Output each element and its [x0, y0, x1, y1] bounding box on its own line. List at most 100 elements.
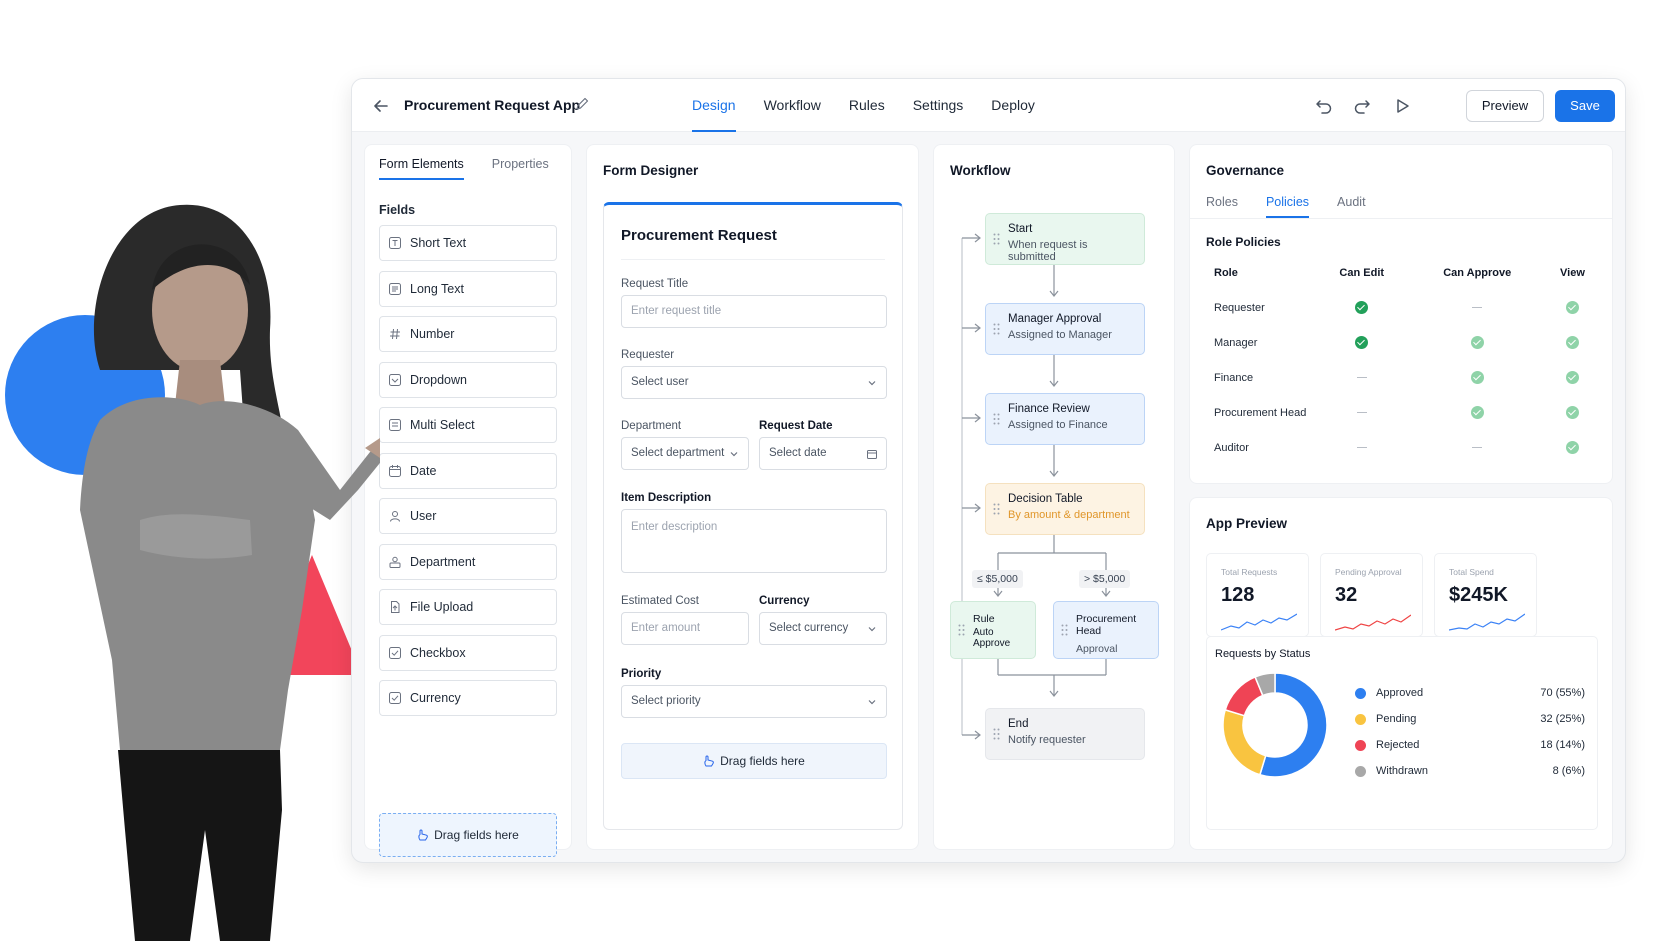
form-title: Procurement Request — [621, 227, 777, 244]
form-designer-panel: Form Designer Procurement Request Reques… — [586, 144, 919, 850]
node-title: Decision Table — [1008, 493, 1083, 505]
stat-value: 128 — [1221, 584, 1255, 606]
role-name: Procurement Head — [1214, 406, 1307, 419]
field-dropdown[interactable]: Dropdown — [379, 361, 557, 398]
permission-approve[interactable] — [1407, 395, 1547, 430]
column-header: Can Approve — [1443, 266, 1512, 279]
workflow-node-manager-approval[interactable]: Manager Approval Assigned to Manager — [985, 303, 1145, 355]
workflow-node-finance-review[interactable]: Finance Review Assigned to Finance — [985, 393, 1145, 445]
permission-view[interactable] — [1547, 325, 1598, 360]
tab-settings[interactable]: Settings — [913, 79, 964, 132]
field-file-upload[interactable]: File Upload — [379, 589, 557, 625]
redo-icon[interactable] — [1352, 96, 1372, 116]
drag-handle-icon — [993, 413, 1000, 425]
field-user[interactable]: User — [379, 498, 557, 534]
drag-handle-icon — [993, 728, 1000, 740]
requester-value: Select user — [631, 376, 689, 388]
permission-approve[interactable] — [1407, 290, 1547, 325]
permission-edit[interactable] — [1316, 290, 1407, 325]
field-multi-select[interactable]: Multi Select — [379, 407, 557, 443]
priority-select[interactable]: Select priority — [621, 685, 887, 718]
calendar-icon — [867, 450, 877, 459]
elements-drop-zone[interactable]: Drag fields here — [379, 813, 557, 857]
request-title-input[interactable]: Enter request title — [621, 295, 887, 328]
request-date-picker[interactable]: Select date — [759, 437, 887, 470]
department-label: Department — [621, 420, 682, 432]
priority-label: Priority — [621, 668, 662, 680]
drop-zone-label: Drag fields here — [434, 828, 519, 842]
tab-policies[interactable]: Policies — [1265, 195, 1310, 218]
tab-properties[interactable]: Properties — [492, 157, 549, 180]
tab-rules[interactable]: Rules — [849, 79, 885, 132]
stat-label: Total Requests — [1221, 567, 1278, 577]
calendar-icon — [389, 464, 401, 477]
panel-title: Governance — [1206, 163, 1285, 178]
back-arrow-icon[interactable] — [370, 95, 392, 117]
permission-approve[interactable] — [1407, 360, 1547, 395]
tab-audit[interactable]: Audit — [1337, 195, 1366, 218]
drag-handle-icon — [1061, 624, 1068, 636]
check-icon — [1470, 406, 1484, 419]
save-button[interactable]: Save — [1555, 90, 1615, 122]
permission-approve[interactable] — [1407, 430, 1547, 465]
department-select[interactable]: Select department — [621, 437, 749, 470]
table-row: Procurement Head — [1206, 395, 1598, 430]
request-title-placeholder: Enter request title — [631, 305, 722, 317]
multi-select-icon — [389, 419, 401, 431]
permission-view[interactable] — [1547, 430, 1598, 465]
tab-workflow[interactable]: Workflow — [764, 79, 821, 132]
tab-deploy[interactable]: Deploy — [991, 79, 1035, 132]
tab-form-elements[interactable]: Form Elements — [379, 157, 464, 180]
tab-design[interactable]: Design — [692, 79, 736, 132]
field-label: Number — [410, 327, 455, 341]
column-header: View — [1560, 266, 1585, 279]
field-department[interactable]: Department — [379, 543, 557, 580]
play-icon[interactable] — [1392, 96, 1412, 116]
permission-approve[interactable] — [1407, 325, 1547, 360]
workflow-node-procurement-head[interactable]: Procurement Head Approval — [1053, 601, 1159, 659]
pencil-icon[interactable] — [574, 96, 590, 112]
request-title-label: Request Title — [621, 278, 689, 290]
permission-edit[interactable] — [1316, 430, 1407, 465]
elements-tabs: Form Elements Properties — [379, 157, 549, 180]
form-drop-zone[interactable]: Drag fields here — [621, 743, 887, 779]
undo-icon[interactable] — [1314, 96, 1334, 116]
sparkline-chart — [1221, 613, 1297, 631]
permission-edit[interactable] — [1316, 395, 1407, 430]
governance-tabs: Roles Policies Audit — [1206, 195, 1366, 218]
condition-high-amount: > $5,000 — [1079, 570, 1131, 588]
check-icon — [1565, 441, 1579, 454]
field-date[interactable]: Date — [379, 452, 557, 489]
check-icon — [1565, 371, 1579, 384]
field-label: Dropdown — [410, 372, 467, 387]
panel-title: Form Designer — [603, 163, 699, 178]
stat-value: $245K — [1449, 584, 1508, 606]
requester-select[interactable]: Select user — [621, 366, 887, 399]
legend-value: 70 (55%) — [1540, 687, 1585, 699]
permission-view[interactable] — [1547, 395, 1598, 430]
preview-button[interactable]: Preview — [1466, 90, 1544, 122]
currency-select[interactable]: Select currency — [759, 612, 887, 645]
field-list: Short Text Long Text Number Dropdown Mul… — [379, 225, 557, 726]
permission-edit[interactable] — [1316, 325, 1407, 360]
field-short-text[interactable]: Short Text — [379, 225, 557, 261]
workflow-node-auto-approve[interactable]: Rule Auto Approve — [950, 601, 1036, 659]
field-label: Multi Select — [410, 418, 475, 432]
check-icon — [1565, 406, 1579, 419]
field-label: Department — [410, 554, 476, 569]
checkbox-icon — [389, 646, 401, 659]
field-long-text[interactable]: Long Text — [379, 270, 557, 307]
permission-edit[interactable] — [1316, 360, 1407, 395]
workflow-node-decision-table[interactable]: Decision Table By amount & department — [985, 483, 1145, 535]
item-description-textarea[interactable]: Enter description — [621, 509, 887, 573]
check-icon — [1355, 336, 1369, 349]
workflow-node-end[interactable]: End Notify requester — [985, 708, 1145, 760]
tab-roles[interactable]: Roles — [1206, 195, 1238, 218]
field-currency[interactable]: Currency — [379, 680, 557, 716]
workflow-node-start[interactable]: Start When request is submitted — [985, 213, 1145, 265]
field-checkbox[interactable]: Checkbox — [379, 634, 557, 671]
permission-view[interactable] — [1547, 290, 1598, 325]
permission-view[interactable] — [1547, 360, 1598, 395]
field-number[interactable]: Number — [379, 316, 557, 352]
estimated-cost-input[interactable]: Enter amount — [621, 612, 749, 645]
